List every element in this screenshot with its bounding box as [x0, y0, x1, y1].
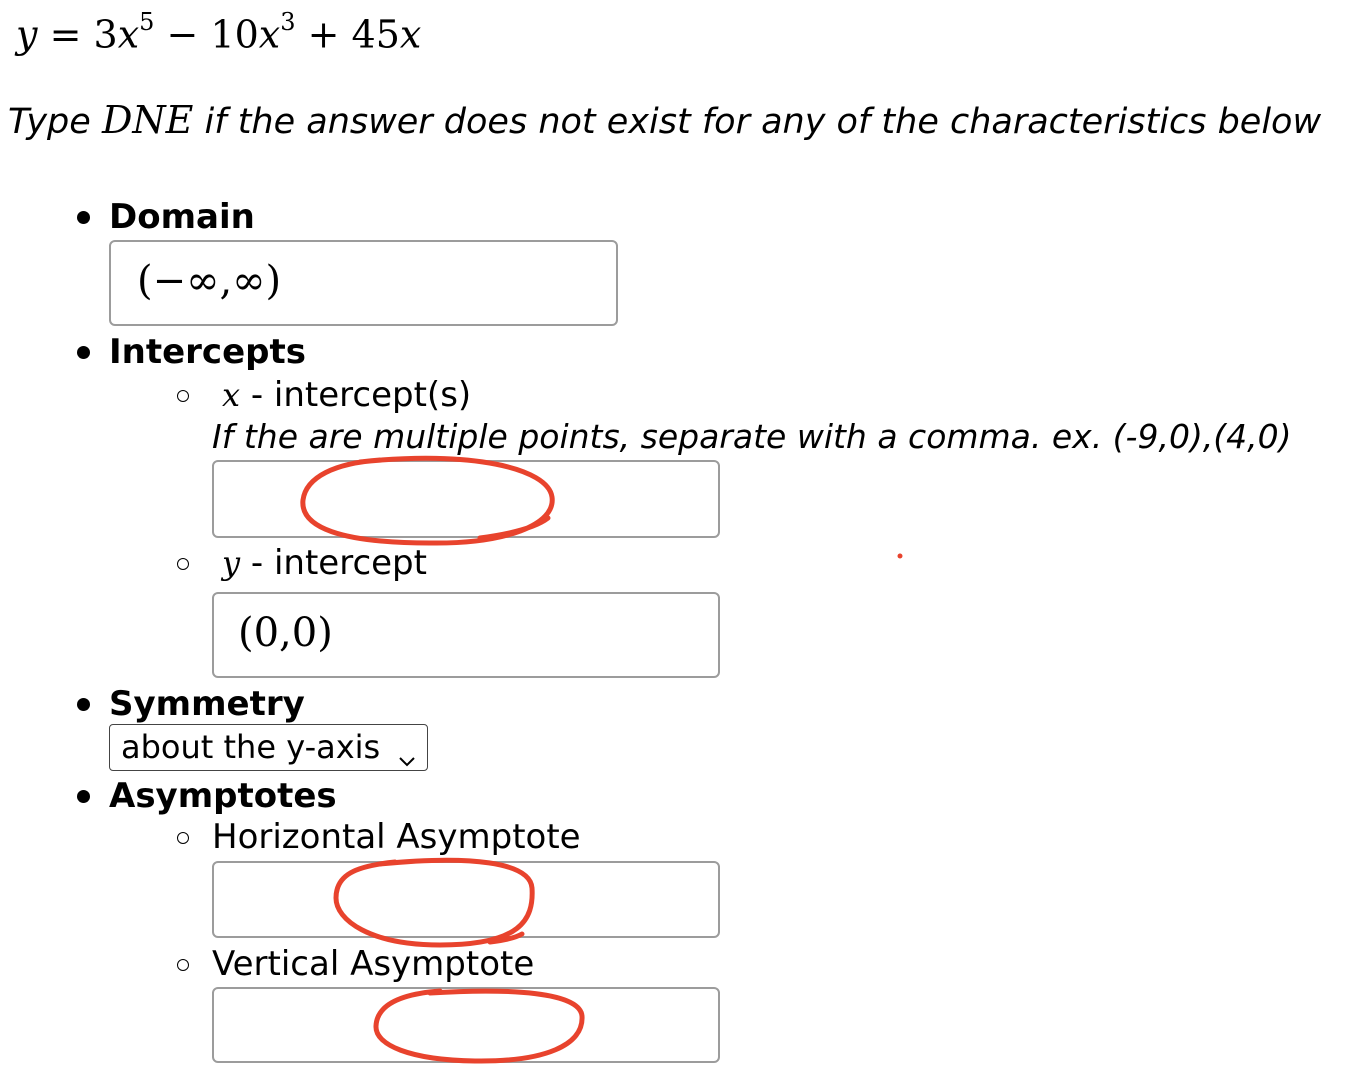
vertical-asymptote-input[interactable]	[212, 987, 720, 1063]
circle-bullet-icon	[177, 832, 189, 844]
y-intercept-var: y	[222, 544, 241, 582]
circle-bullet-icon	[177, 390, 189, 402]
equation-equals: =	[49, 12, 82, 57]
vertical-asymptote-label: Vertical Asymptote	[212, 944, 535, 984]
annotation-dot	[897, 553, 903, 559]
y-intercept-input[interactable]: (0,0)	[212, 592, 720, 678]
symmetry-heading: Symmetry	[109, 684, 305, 724]
x-intercept-label: x - intercept(s)	[222, 375, 471, 415]
symmetry-select[interactable]: about the y-axis	[109, 724, 428, 771]
domain-heading: Domain	[109, 197, 255, 237]
instruction-before: Type	[8, 102, 102, 142]
intercepts-heading: Intercepts	[109, 332, 306, 372]
y-intercept-label: y - intercept	[222, 543, 427, 583]
horizontal-asymptote-input[interactable]	[212, 861, 720, 938]
circle-bullet-icon	[177, 959, 189, 971]
equation-term3-coef: 45	[351, 12, 400, 57]
equation-minus: −	[166, 12, 199, 57]
circle-bullet-icon	[177, 558, 189, 570]
equation-term2-exp: 3	[280, 8, 296, 36]
horizontal-asymptote-label: Horizontal Asymptote	[212, 817, 581, 857]
equation-term2-coef: 10	[210, 12, 259, 57]
bullet-icon	[77, 211, 90, 224]
asymptotes-heading: Asymptotes	[109, 776, 337, 816]
equation-term3-var: x	[399, 12, 422, 57]
equation-term2-var: x	[258, 12, 281, 57]
equation: y = 3x5 − 10x3 + 45x	[16, 8, 422, 57]
instruction-dne: DNE	[101, 98, 194, 142]
bullet-icon	[77, 790, 90, 803]
y-intercept-label-text: - intercept	[240, 543, 427, 583]
equation-term1-var: x	[117, 12, 140, 57]
instruction-text: Type DNE if the answer does not exist fo…	[8, 98, 1321, 142]
chevron-down-icon	[398, 736, 416, 780]
equation-term1-coef: 3	[93, 12, 118, 57]
instruction-after: if the answer does not exist for any of …	[193, 102, 1322, 142]
x-intercept-input[interactable]	[212, 460, 720, 538]
equation-term1-exp: 5	[139, 8, 155, 36]
domain-input[interactable]: (−∞,∞)	[109, 240, 618, 326]
x-intercept-var: x	[222, 376, 241, 414]
domain-value: (−∞,∞)	[137, 258, 282, 304]
x-intercept-label-text: - intercept(s)	[240, 375, 472, 415]
equation-lhs: y	[16, 12, 38, 57]
x-intercept-hint: If the are multiple points, separate wit…	[212, 417, 1292, 456]
y-intercept-value: (0,0)	[238, 610, 333, 656]
equation-plus: +	[307, 12, 340, 57]
bullet-icon	[77, 698, 90, 711]
bullet-icon	[77, 346, 90, 359]
symmetry-selected-value: about the y-axis	[121, 728, 381, 766]
